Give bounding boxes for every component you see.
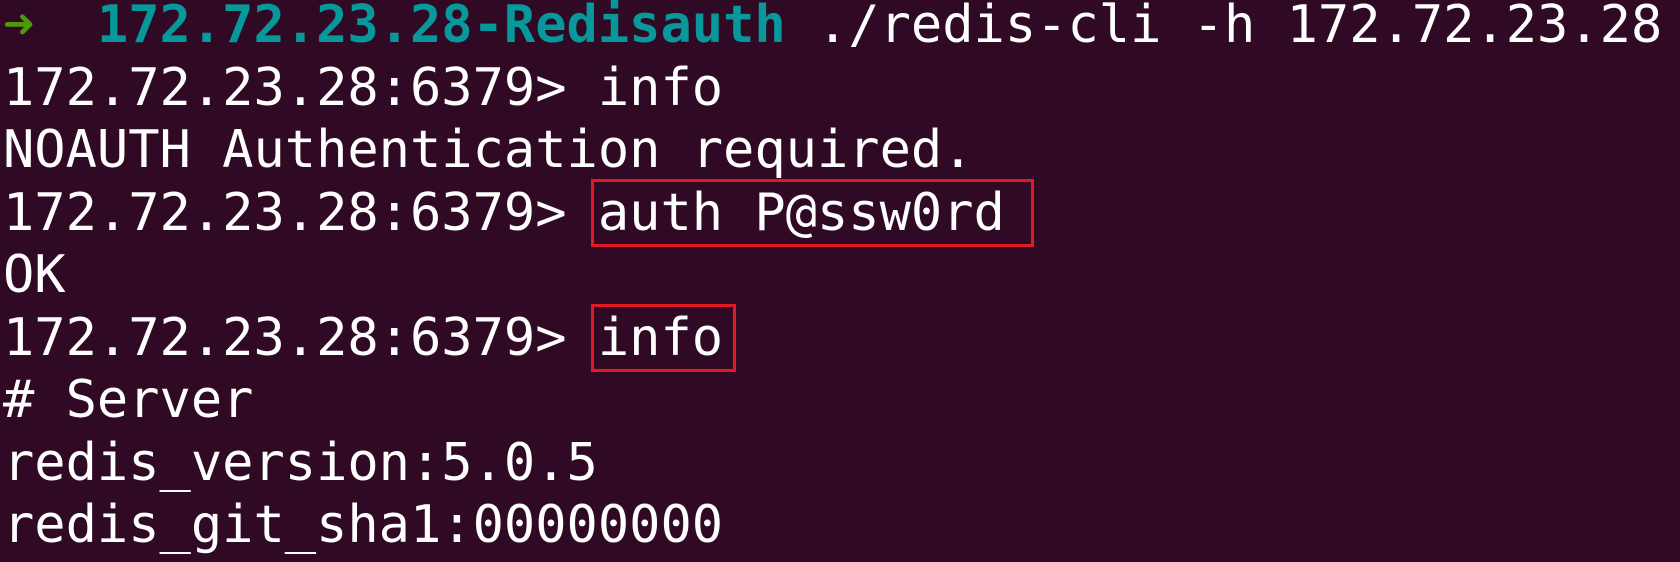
redis-prompt: 172.72.23.28:6379> bbox=[3, 307, 598, 368]
output-line: redis_git_sha1:00000000 bbox=[3, 495, 724, 555]
output-line: NOAUTH Authentication required. bbox=[3, 120, 974, 180]
highlighted-info-command: info bbox=[590, 303, 737, 372]
prompt-host: 172.72.23.28-Redisauth bbox=[96, 0, 786, 55]
output-line: redis_version:5.0.5 bbox=[3, 432, 598, 493]
redis-prompt-line: 172.72.23.28:6379> info bbox=[3, 303, 1680, 372]
shell-prompt-line: ➜ 172.72.23.28-Redisauth ./redis-cli -h … bbox=[3, 0, 1680, 57]
terminal-window[interactable]: ➜ 172.72.23.28-Redisauth ./redis-cli -h … bbox=[0, 0, 1680, 556]
redis-prompt: 172.72.23.28:6379> bbox=[3, 182, 598, 243]
highlighted-auth-command: auth P@ssw0rd bbox=[590, 178, 1034, 247]
redis-command: info bbox=[597, 57, 724, 118]
redis-prompt: 172.72.23.28:6379> bbox=[3, 57, 598, 118]
output-line: OK bbox=[3, 245, 66, 305]
redis-prompt-line: 172.72.23.28:6379> info bbox=[3, 57, 1680, 120]
prompt-arrow-icon: ➜ bbox=[3, 0, 35, 55]
shell-command: ./redis-cli -h 172.72.23.28 bbox=[817, 0, 1663, 55]
redis-prompt-line: 172.72.23.28:6379> auth P@ssw0rd bbox=[3, 178, 1680, 247]
output-line: # Server bbox=[3, 370, 254, 430]
